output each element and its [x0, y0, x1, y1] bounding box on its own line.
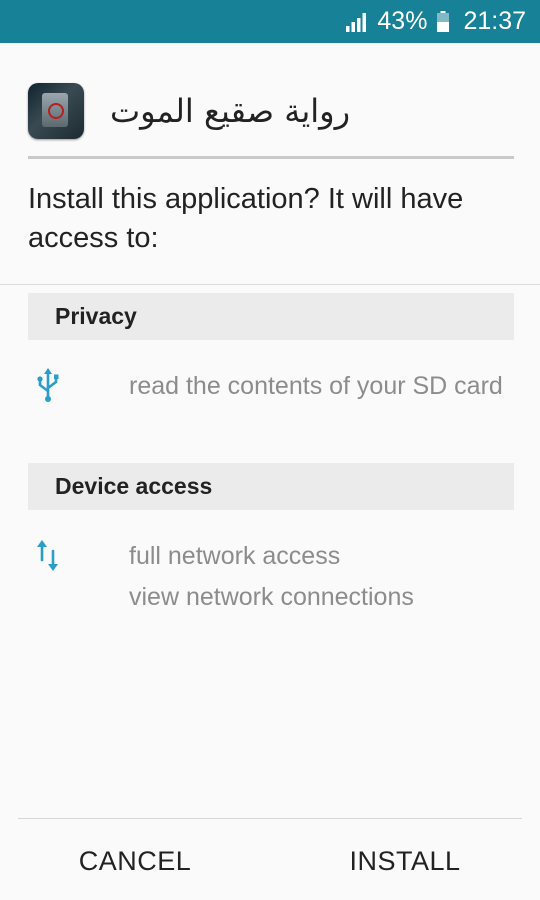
signal-icon — [346, 12, 367, 32]
status-bar: 43% 21:37 — [0, 0, 540, 43]
usb-icon — [37, 368, 59, 402]
header-divider — [28, 156, 514, 159]
permission-full-network: full network access — [129, 542, 341, 570]
section-header-privacy: Privacy — [28, 293, 514, 340]
battery-percent: 43% — [377, 7, 428, 35]
button-bar-divider — [18, 818, 522, 819]
install-prompt: Install this application? It will have a… — [28, 183, 464, 254]
app-header: رواية صقيع الموت — [28, 83, 514, 139]
permission-read-sd: read the contents of your SD card — [129, 372, 503, 400]
section-header-device-access: Device access — [28, 463, 514, 510]
battery-icon — [437, 11, 450, 32]
clock: 21:37 — [463, 7, 526, 35]
app-icon — [28, 83, 84, 139]
app-name: رواية صقيع الموت — [110, 92, 351, 130]
install-button[interactable]: INSTALL — [285, 830, 525, 892]
cancel-button[interactable]: CANCEL — [15, 830, 255, 892]
status-bar-right: 43% 21:37 — [345, 0, 526, 43]
permission-view-network: view network connections — [129, 583, 414, 611]
section-divider — [0, 284, 540, 285]
network-arrows-icon — [37, 540, 58, 571]
